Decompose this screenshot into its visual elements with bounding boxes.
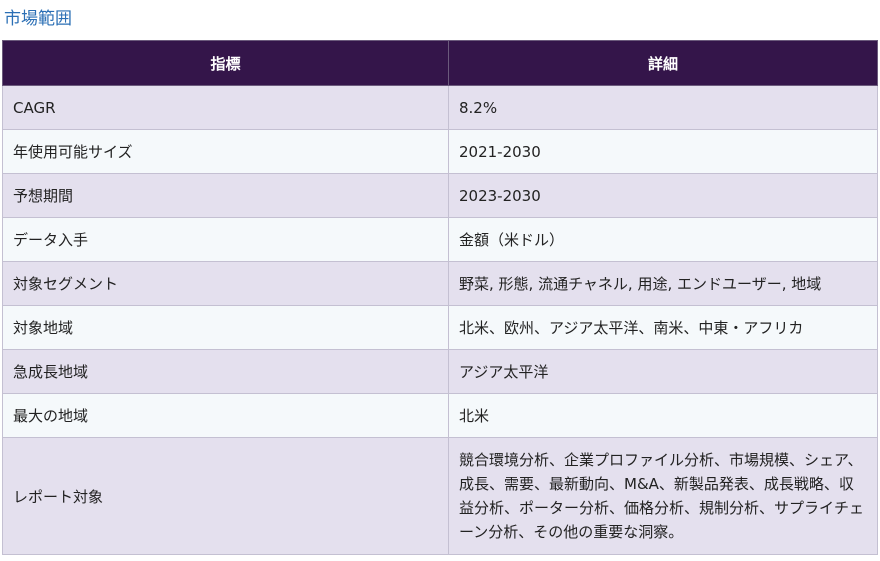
section-title: 市場範囲 bbox=[4, 9, 72, 29]
header-metric: 指標 bbox=[2, 40, 449, 86]
table-row: データ入手 金額（米ドル） bbox=[2, 217, 878, 262]
table-row: レポート対象 競合環境分析、企業プロファイル分析、市場規模、シェア、成長、需要、… bbox=[2, 437, 878, 555]
market-scope-table: 指標 詳細 CAGR 8.2% 年使用可能サイズ 2021-2030 予想期間 … bbox=[2, 40, 878, 555]
table-row: 急成長地域 アジア太平洋 bbox=[2, 349, 878, 394]
row-label: 年使用可能サイズ bbox=[2, 129, 449, 174]
row-value: 2021-2030 bbox=[448, 129, 878, 174]
row-label: 対象地域 bbox=[2, 305, 449, 350]
row-value: 2023-2030 bbox=[448, 173, 878, 218]
row-value: 金額（米ドル） bbox=[448, 217, 878, 262]
table-row: 年使用可能サイズ 2021-2030 bbox=[2, 129, 878, 174]
table-row: 予想期間 2023-2030 bbox=[2, 173, 878, 218]
row-value: 北米 bbox=[448, 393, 878, 438]
row-value: 野菜, 形態, 流通チャネル, 用途, エンドユーザー, 地域 bbox=[448, 261, 878, 306]
table-header-row: 指標 詳細 bbox=[2, 40, 878, 86]
table-row: 対象セグメント 野菜, 形態, 流通チャネル, 用途, エンドユーザー, 地域 bbox=[2, 261, 878, 306]
row-value: 8.2% bbox=[448, 85, 878, 130]
row-label: レポート対象 bbox=[2, 437, 449, 555]
row-label: 対象セグメント bbox=[2, 261, 449, 306]
row-label: 急成長地域 bbox=[2, 349, 449, 394]
header-details: 詳細 bbox=[448, 40, 878, 86]
table-row: 最大の地域 北米 bbox=[2, 393, 878, 438]
row-label: 最大の地域 bbox=[2, 393, 449, 438]
row-value: 北米、欧州、アジア太平洋、南米、中東・アフリカ bbox=[448, 305, 878, 350]
row-value: アジア太平洋 bbox=[448, 349, 878, 394]
row-label: 予想期間 bbox=[2, 173, 449, 218]
row-value: 競合環境分析、企業プロファイル分析、市場規模、シェア、成長、需要、最新動向、M&… bbox=[448, 437, 878, 555]
table-row: CAGR 8.2% bbox=[2, 85, 878, 130]
row-label: データ入手 bbox=[2, 217, 449, 262]
row-label: CAGR bbox=[2, 85, 449, 130]
table-row: 対象地域 北米、欧州、アジア太平洋、南米、中東・アフリカ bbox=[2, 305, 878, 350]
